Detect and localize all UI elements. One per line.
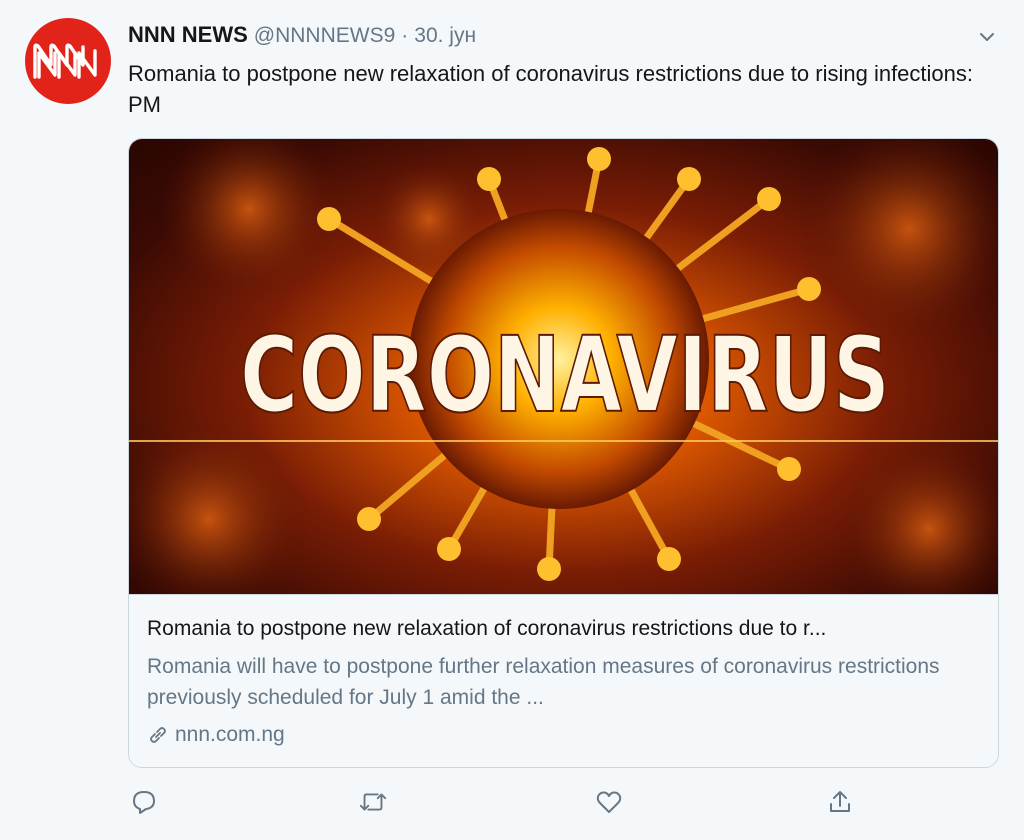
share-icon[interactable]	[824, 786, 856, 818]
tweet-text: Romania to postpone new relaxation of co…	[128, 61, 974, 117]
tweet[interactable]: NNN NEWS @NNNNEWS9 · 30. јун Romania to …	[0, 0, 1024, 840]
retweet-icon[interactable]	[357, 786, 389, 818]
chevron-down-icon[interactable]	[976, 26, 998, 48]
tweet-date[interactable]: 30. јун	[414, 24, 476, 48]
image-headline: CORONAVIRUS	[240, 314, 890, 436]
card-title[interactable]: Romania to postpone new relaxation of co…	[147, 617, 987, 641]
separator-dot: ·	[401, 24, 409, 47]
display-name[interactable]: NNN NEWS	[128, 22, 248, 48]
card-description: Romania will have to postpone further re…	[147, 655, 940, 709]
user-handle[interactable]: @NNNNEWS9	[254, 24, 396, 48]
card-domain[interactable]: nnn.com.ng	[147, 723, 285, 747]
card-image: CORONAVIRUS	[129, 139, 998, 594]
reply-icon[interactable]	[128, 786, 160, 818]
link-icon	[147, 724, 169, 746]
coronavirus-image: CORONAVIRUS	[129, 139, 998, 594]
avatar[interactable]	[25, 18, 111, 104]
tweet-header: NNN NEWS @NNNNEWS9 · 30. јун	[128, 22, 476, 52]
heart-icon[interactable]	[593, 786, 625, 818]
nnn-logo	[33, 43, 97, 79]
card-domain-text[interactable]: nnn.com.ng	[175, 723, 285, 747]
tweet-actions	[128, 786, 999, 818]
link-card[interactable]: CORONAVIRUS Romania to postpone new rela…	[128, 138, 999, 768]
card-body[interactable]: Romania to postpone new relaxation of co…	[129, 594, 998, 767]
